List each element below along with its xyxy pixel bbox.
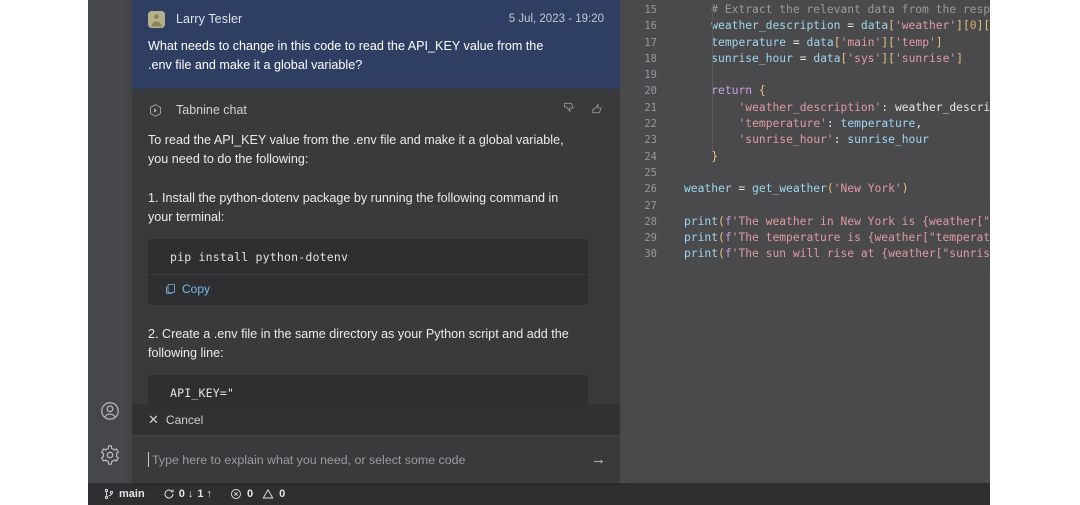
chat-feedback-actions bbox=[562, 101, 604, 120]
editor-line-number: 26 bbox=[644, 183, 657, 196]
cancel-button-label: Cancel bbox=[165, 412, 204, 427]
copy-button-1[interactable]: Copy bbox=[148, 275, 588, 305]
editor-code-line bbox=[684, 67, 990, 83]
status-bar-warning-count: 0 bbox=[279, 488, 286, 500]
editor-line-number: 17 bbox=[644, 36, 657, 49]
status-bar-sync-down-count: 0 bbox=[178, 488, 185, 500]
editor-line-numbers: 15 16 17 18 19 20 21 22 23 24 25 26 27 28 29 30 bbox=[620, 0, 666, 483]
chat-message-author: Larry Tesler bbox=[176, 12, 243, 26]
activity-bar bbox=[88, 0, 132, 483]
editor-line-number: 29 bbox=[644, 232, 657, 245]
code-snippet-1: pip install python-dotenv Copy bbox=[148, 239, 588, 305]
warning-triangle-icon bbox=[262, 488, 274, 500]
chat-message-user-text: What needs to change in this code to rea… bbox=[148, 39, 544, 72]
git-branch-icon bbox=[103, 488, 115, 500]
status-bar-branch-label: main bbox=[119, 488, 145, 500]
chat-message-user-header: Larry Tesler 5 Jul, 2023 - 19:20 bbox=[148, 6, 604, 32]
chat-assistant-intro: To read the API_KEY value from the .env … bbox=[148, 133, 564, 166]
status-bar-sync-up: 1 ↑ bbox=[197, 488, 212, 500]
editor-code-line: 'sunrise_hour': sunrise_hour bbox=[738, 133, 929, 147]
thumbs-down-icon[interactable] bbox=[562, 101, 576, 120]
editor-line-number: 28 bbox=[644, 215, 657, 228]
editor-code-line: temperature = data['main']['temp'] bbox=[711, 35, 943, 49]
editor-line-number: 25 bbox=[644, 166, 657, 179]
editor-code-line: weather = get_weather('New York') bbox=[684, 182, 909, 196]
cancel-button[interactable]: ✕ Cancel bbox=[132, 404, 620, 435]
error-circle-icon bbox=[230, 488, 242, 500]
thumbs-up-icon[interactable] bbox=[590, 101, 604, 120]
chat-message-assistant-header: Tabnine chat bbox=[148, 95, 604, 125]
editor-line-number: 24 bbox=[644, 150, 657, 163]
status-bar-problems[interactable]: 0 0 bbox=[221, 483, 294, 505]
send-arrow-icon[interactable]: → bbox=[583, 451, 606, 468]
code-snippet-2: API_KEY=" Copy bbox=[148, 375, 588, 404]
status-bar-sync[interactable]: 0 ↓ 1 ↑ bbox=[154, 483, 221, 505]
editor-line-number: 27 bbox=[644, 199, 657, 212]
editor-line-number: 15 bbox=[644, 4, 657, 16]
chat-message-assistant: Tabnine chat To read the API_KEY value f… bbox=[132, 89, 620, 404]
chat-message-user: Larry Tesler 5 Jul, 2023 - 19:20 What ne… bbox=[132, 0, 620, 89]
editor-code-line: 'weather_description': weather_descripti… bbox=[738, 100, 991, 114]
code-snippet-2-text: API_KEY=" bbox=[170, 386, 235, 400]
editor-code-line: print(f'The weather in New York is {weat… bbox=[684, 214, 990, 228]
indent-guide bbox=[712, 2, 713, 150]
chat-assistant-name: Tabnine chat bbox=[176, 103, 247, 117]
editor-code-line bbox=[684, 165, 990, 181]
status-bar-branch[interactable]: main bbox=[94, 483, 154, 505]
chat-assistant-step-2-text: 2. Create a .env file in the same direct… bbox=[148, 327, 569, 360]
editor-line-number: 20 bbox=[644, 85, 657, 98]
tabnine-logo-icon bbox=[148, 103, 163, 118]
editor-code-line: sunrise_hour = data['sys']['sunrise'] bbox=[711, 51, 964, 65]
text-caret bbox=[148, 452, 149, 467]
editor-code-line: 'temperature': temperature, bbox=[738, 117, 923, 131]
gear-icon bbox=[99, 444, 121, 466]
code-snippet-1-text: pip install python-dotenv bbox=[170, 250, 349, 264]
status-bar-error-count: 0 bbox=[246, 488, 254, 500]
editor-code-line: weather_description = data['weather'][0]… bbox=[711, 19, 990, 33]
editor-code-line: return { bbox=[711, 84, 766, 98]
vscode-window: Larry Tesler 5 Jul, 2023 - 19:20 What ne… bbox=[88, 0, 990, 505]
editor-code-line: # Extract the relevant data from the res… bbox=[684, 3, 990, 16]
activity-bar-item-settings[interactable] bbox=[88, 433, 132, 477]
arrow-up-icon: ↑ bbox=[206, 488, 212, 500]
editor-code-area[interactable]: # Extract the relevant data from the res… bbox=[666, 0, 990, 483]
account-icon bbox=[99, 400, 121, 422]
screenshot-root: Larry Tesler 5 Jul, 2023 - 19:20 What ne… bbox=[0, 0, 1080, 505]
editor-line-number: 21 bbox=[644, 101, 657, 114]
user-avatar-icon bbox=[148, 10, 165, 28]
editor-line-number: 23 bbox=[644, 134, 657, 147]
copy-icon bbox=[164, 283, 176, 295]
status-bar-sync-up-count: 1 bbox=[197, 488, 204, 500]
editor-line-number: 19 bbox=[644, 69, 657, 82]
chat-input-area[interactable]: Type here to explain what you need, or s… bbox=[132, 435, 620, 483]
editor-line-number: 30 bbox=[644, 248, 657, 261]
chat-messages-scroll[interactable]: Larry Tesler 5 Jul, 2023 - 19:20 What ne… bbox=[132, 0, 620, 404]
status-bar-sync-down: 0 ↓ bbox=[179, 488, 194, 500]
editor-code-line: print(f'The temperature is {weather["tem… bbox=[684, 231, 990, 245]
editor-line-number: 16 bbox=[644, 20, 657, 33]
tabnine-chat-panel: Larry Tesler 5 Jul, 2023 - 19:20 What ne… bbox=[132, 0, 620, 483]
chat-message-timestamp: 5 Jul, 2023 - 19:20 bbox=[508, 13, 604, 25]
editor-code-line bbox=[684, 198, 990, 214]
arrow-down-icon: ↓ bbox=[187, 488, 194, 500]
close-icon: ✕ bbox=[148, 412, 159, 427]
chat-assistant-step-1-text: 1. Install the python-dotenv package by … bbox=[148, 191, 559, 224]
editor-code-line: print(f'The sun will rise at {weather["s… bbox=[684, 247, 990, 261]
vscode-body: Larry Tesler 5 Jul, 2023 - 19:20 What ne… bbox=[88, 0, 990, 483]
editor-line-number: 22 bbox=[644, 118, 657, 131]
editor-code-line: } bbox=[711, 149, 719, 163]
code-editor[interactable]: 15 16 17 18 19 20 21 22 23 24 25 26 27 28 29 30 # Extra… bbox=[620, 0, 990, 483]
chat-input-placeholder[interactable]: Type here to explain what you need, or s… bbox=[152, 453, 583, 467]
editor-line-number: 18 bbox=[644, 52, 657, 65]
sync-icon bbox=[163, 488, 175, 500]
status-bar: main 0 ↓ 1 ↑ 0 0 bbox=[88, 483, 990, 505]
copy-button-1-label: Copy bbox=[182, 282, 211, 296]
activity-bar-item-accounts[interactable] bbox=[88, 389, 132, 433]
